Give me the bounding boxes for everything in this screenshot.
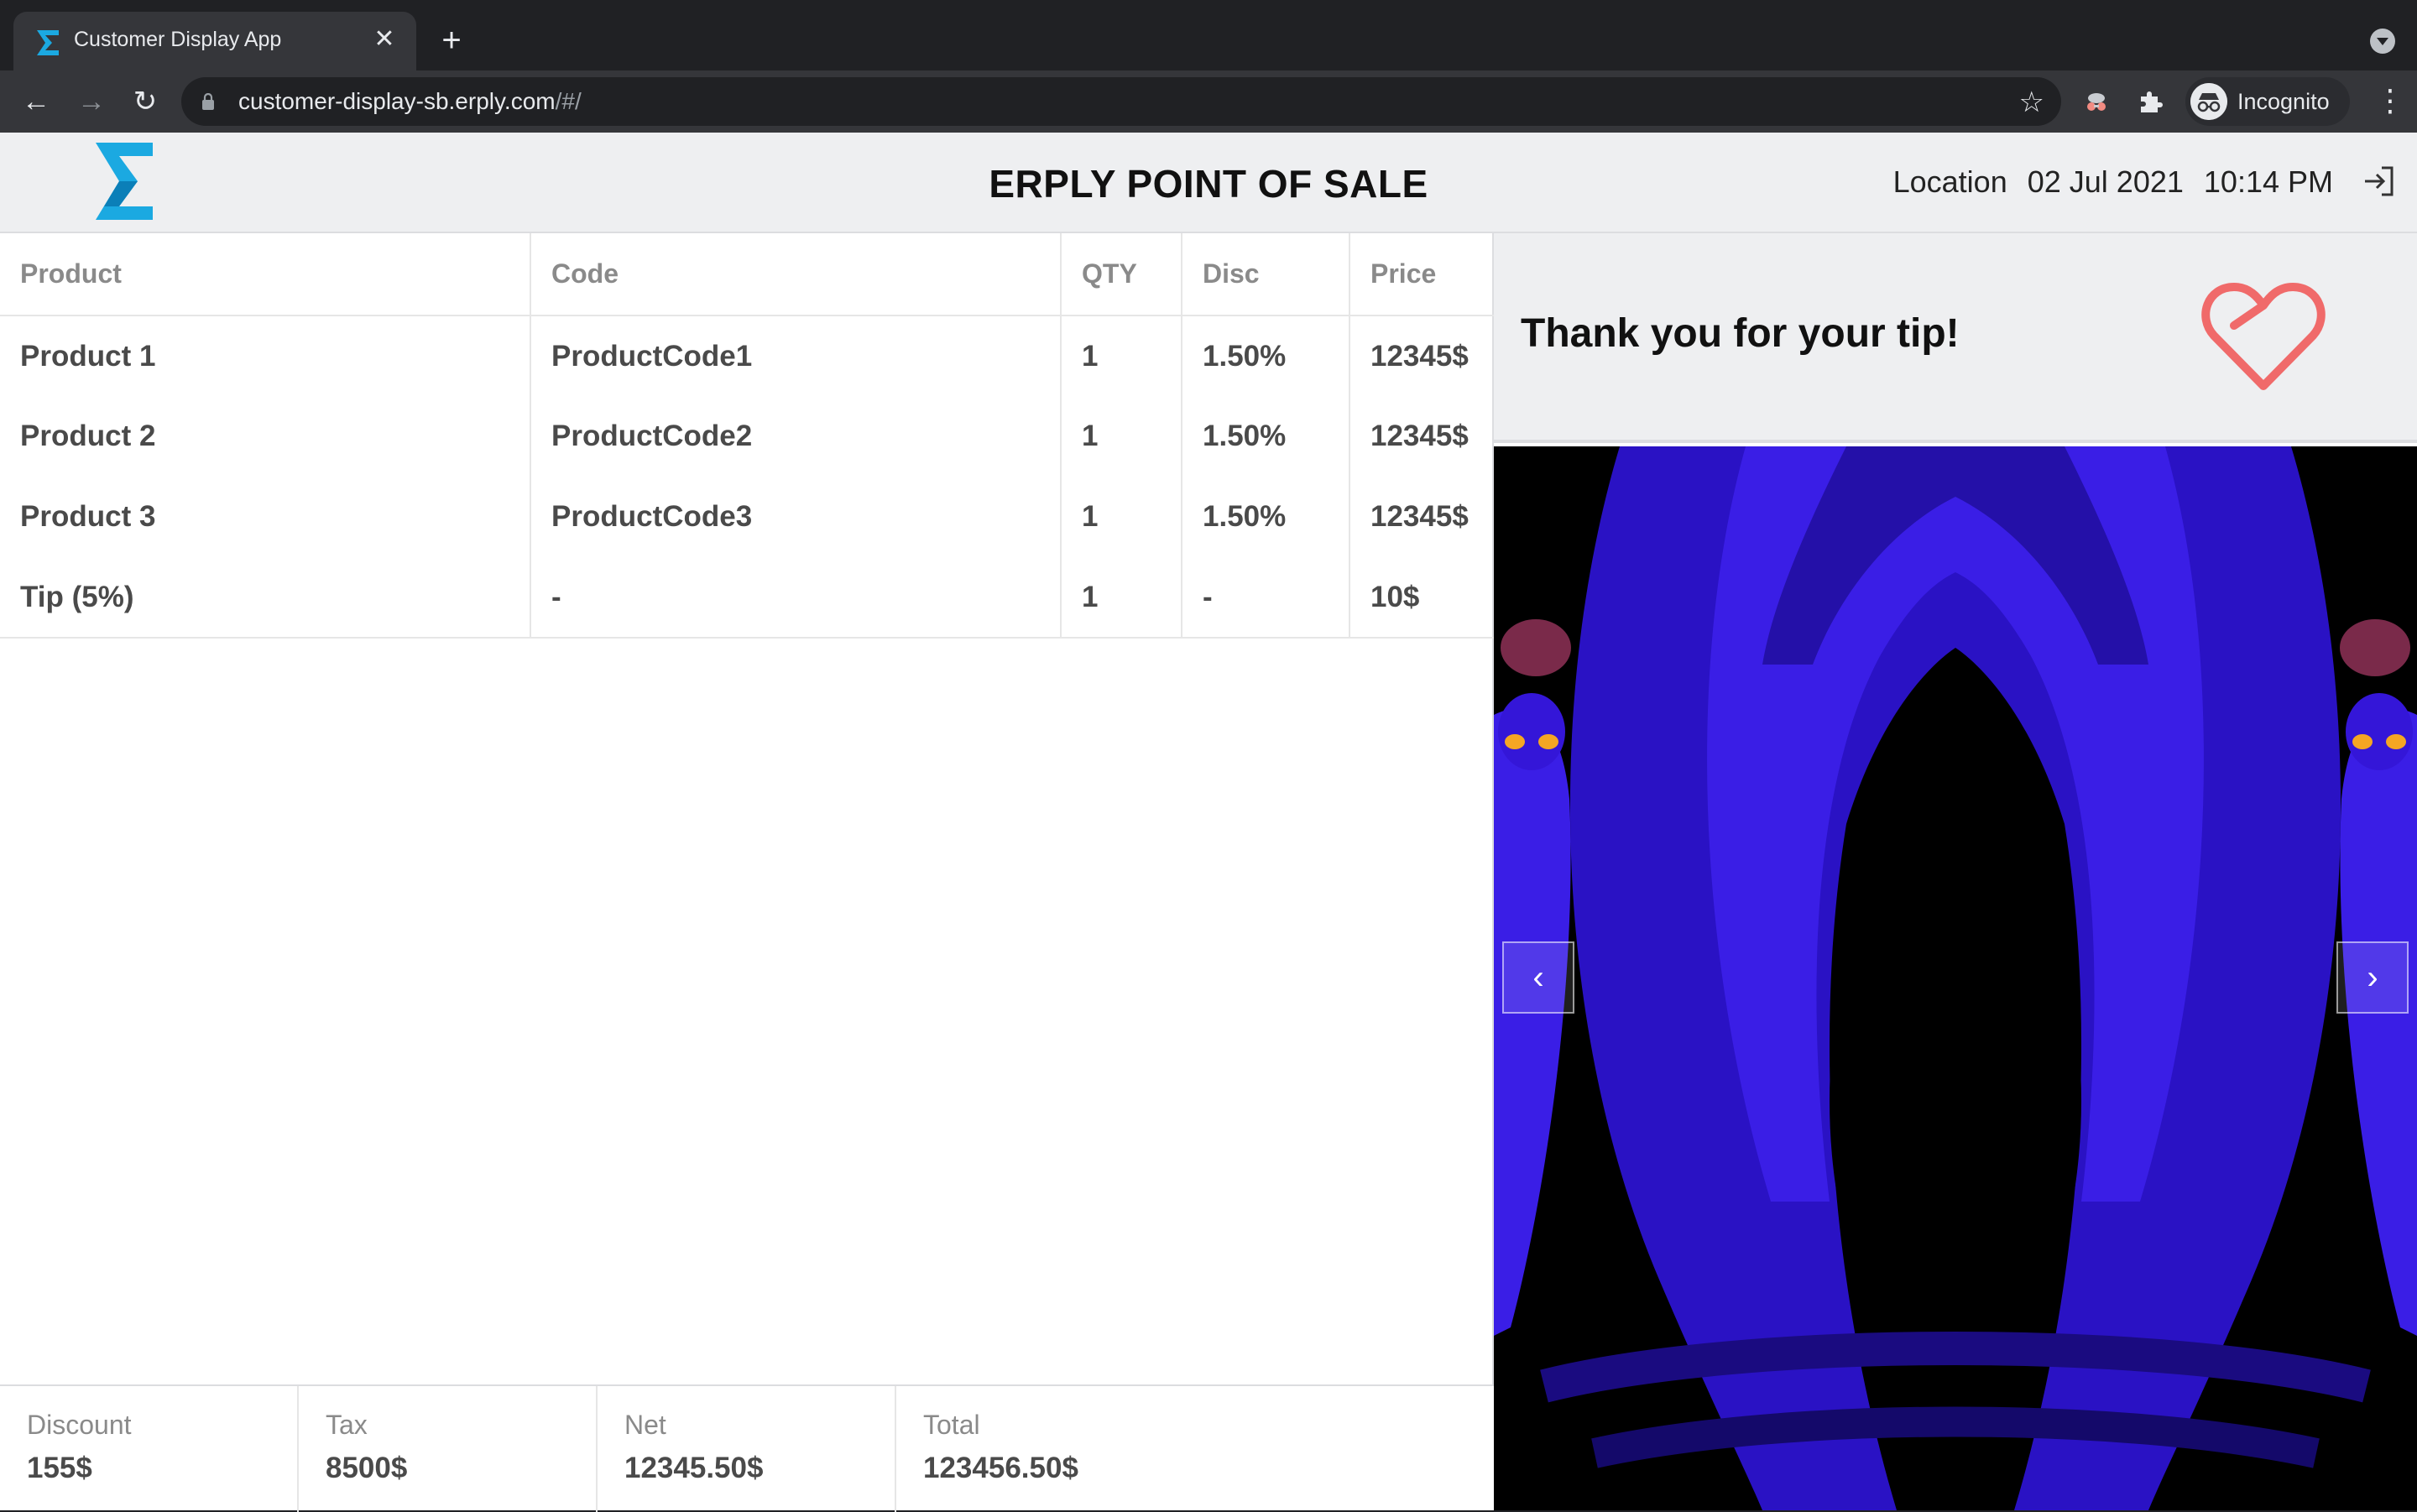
forward-arrow-icon[interactable]: → [70, 81, 112, 123]
cell-qty: 1 [1061, 315, 1182, 396]
cell-price: 10$ [1349, 557, 1494, 639]
carousel-next-button[interactable]: › [2336, 941, 2409, 1014]
tab-title: Customer Display App [74, 28, 282, 51]
cart-panel: Product Code QTY Disc Price Product 1 Pr… [0, 233, 1494, 1512]
total-value: 123456.50$ [923, 1452, 1078, 1484]
media-carousel: ‹ › [1494, 446, 2417, 1510]
location-label: Location [1892, 164, 2007, 199]
new-tab-button[interactable]: + [433, 22, 470, 59]
table-row: Product 1 ProductCode1 1 1.50% 12345$ [0, 315, 1494, 396]
cell-disc: - [1182, 557, 1350, 639]
total-label: Discount [27, 1410, 132, 1440]
total-discount: Discount 155$ [0, 1386, 299, 1512]
cell-product: Product 3 [0, 477, 531, 557]
carousel-image [1494, 446, 2417, 1510]
app-header: ERPLY POINT OF SALE Location 02 Jul 2021… [0, 133, 2417, 233]
header-date: 02 Jul 2021 [2027, 164, 2184, 199]
reload-icon[interactable]: ↻ [124, 81, 166, 123]
customer-display-app: ERPLY POINT OF SALE Location 02 Jul 2021… [0, 133, 2417, 1512]
total-value: 155$ [27, 1452, 92, 1484]
cell-qty: 1 [1061, 396, 1182, 477]
cell-product: Product 2 [0, 396, 531, 477]
header-time: 10:14 PM [2203, 164, 2333, 199]
cell-product: Tip (5%) [0, 557, 531, 639]
column-header-qty: QTY [1061, 233, 1182, 316]
total-label: Tax [326, 1410, 368, 1440]
total-net: Net 12345.50$ [598, 1386, 896, 1512]
column-header-disc: Disc [1182, 233, 1350, 316]
total-value: 12345.50$ [624, 1452, 764, 1484]
cell-disc: 1.50% [1182, 396, 1350, 477]
browser-tabstrip: Customer Display App ✕ + [0, 0, 2417, 70]
back-arrow-icon[interactable]: ← [15, 81, 57, 123]
address-bar[interactable]: customer-display-sb.erply.com/#/ ☆ [181, 77, 2061, 126]
cell-qty: 1 [1061, 477, 1182, 557]
browser-toolbar: ← → ↻ customer-display-sb.erply.com/#/ ☆… [0, 70, 2417, 133]
cell-price: 12345$ [1370, 420, 1469, 452]
cell-code: - [530, 557, 1062, 639]
extensions-puzzle-icon[interactable] [2132, 84, 2169, 121]
browser-menu-icon[interactable]: ⋮ [2375, 82, 2405, 119]
extension-spy-icon[interactable] [2078, 84, 2115, 121]
carousel-prev-button[interactable]: ‹ [1502, 941, 1574, 1014]
table-row: Tip (5%) - 1 - 10$ [0, 557, 1494, 639]
column-header-price: Price [1349, 233, 1494, 316]
cell-disc: 1.50% [1182, 477, 1350, 557]
column-header-code: Code [530, 233, 1062, 316]
cell-product: Product 1 [0, 315, 531, 396]
total-tax: Tax 8500$ [299, 1386, 598, 1512]
erply-favicon-icon [37, 30, 59, 55]
table-header-row: Product Code QTY Disc Price [0, 233, 1494, 316]
table-row: Product 3 ProductCode3 1 1.50% 12345$ [0, 477, 1494, 557]
total-value: 8500$ [326, 1452, 408, 1484]
tip-message: Thank you for your tip! [1521, 311, 1960, 356]
logout-icon[interactable] [2360, 163, 2397, 200]
totals-bar: Discount 155$ Tax 8500$ Net 12345.50$ To… [0, 1384, 1494, 1512]
heart-icon [2201, 283, 2326, 390]
right-panel: Thank you for your tip! ‹ › [1494, 233, 2417, 1510]
cell-qty: 1 [1061, 557, 1182, 639]
cart-table: Product Code QTY Disc Price Product 1 Pr… [0, 233, 1494, 639]
bookmark-star-icon[interactable]: ☆ [2019, 86, 2044, 119]
tab-close-icon[interactable]: ✕ [368, 23, 401, 56]
table-row: Product 2 ProductCode2 1 1.50% 12345$ [0, 396, 1494, 477]
tip-message-box: Thank you for your tip! [1494, 233, 2417, 443]
incognito-profile-button[interactable]: Incognito [2185, 77, 2350, 126]
cell-code: ProductCode3 [530, 477, 1062, 557]
lock-icon [202, 93, 214, 110]
total-label: Net [624, 1410, 666, 1440]
cell-price: 12345$ [1370, 500, 1469, 533]
total-grand: Total 123456.50$ [896, 1386, 1195, 1512]
url-text: customer-display-sb.erply.com/#/ [238, 88, 582, 114]
header-info: Location 02 Jul 2021 10:14 PM [1882, 164, 2333, 200]
column-header-product: Product [0, 233, 531, 316]
cell-price: 12345$ [1370, 339, 1469, 373]
incognito-icon [2190, 83, 2227, 120]
tab-search-icon[interactable] [2370, 29, 2395, 54]
cell-code: ProductCode1 [530, 315, 1062, 396]
cell-code: ProductCode2 [530, 396, 1062, 477]
cell-disc: 1.50% [1182, 315, 1350, 396]
incognito-label: Incognito [2237, 89, 2330, 114]
total-label: Total [923, 1410, 980, 1440]
browser-tab[interactable]: Customer Display App ✕ [13, 12, 416, 70]
